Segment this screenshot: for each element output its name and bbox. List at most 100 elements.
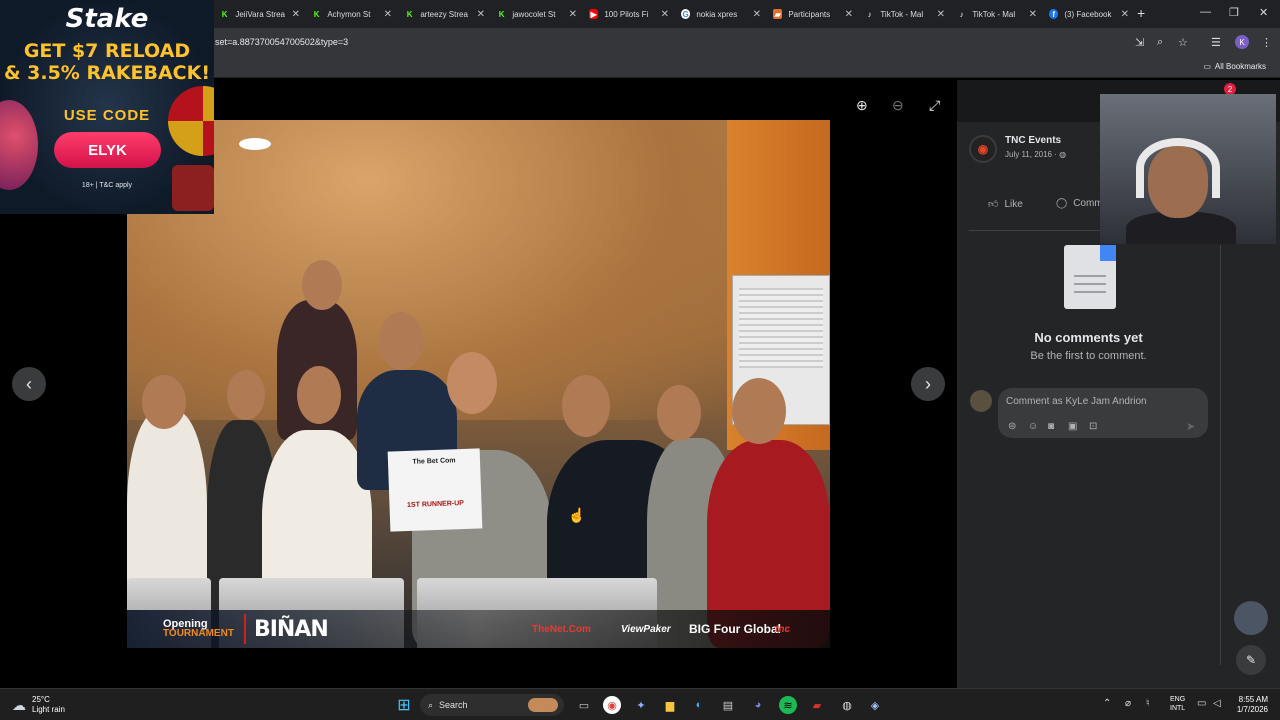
bookmark-star-icon[interactable]: ☆ bbox=[1178, 36, 1188, 49]
ad-terms: 18+ | T&C apply bbox=[81, 182, 133, 189]
camera-icon[interactable]: ◙ bbox=[1048, 421, 1054, 432]
chrome-icon[interactable]: ◉ bbox=[603, 696, 621, 714]
award-sign: The Bet Com 1ST RUNNER-UP bbox=[387, 448, 483, 532]
comment-placeholder: Comment as KyLe Jam Andrion bbox=[1006, 396, 1147, 407]
close-tab-icon[interactable]: ✕ bbox=[380, 9, 392, 20]
stake-logo: Stake bbox=[65, 4, 149, 34]
tab-title: nokia xpres bbox=[696, 9, 738, 19]
page-avatar[interactable]: ◉ bbox=[969, 135, 997, 163]
google-icon: G bbox=[681, 9, 691, 19]
profile-avatar[interactable]: K bbox=[1235, 35, 1249, 49]
tab-title: JeiiVara Strea bbox=[235, 9, 285, 19]
copilot-icon[interactable]: ✦ bbox=[632, 696, 650, 714]
browser-tab[interactable]: K Achymon St ✕ bbox=[312, 4, 392, 24]
browser-tab[interactable]: ♪ TikTok - Mal ✕ bbox=[865, 4, 945, 24]
task-view-icon[interactable]: ▭ bbox=[575, 696, 593, 714]
new-tab-button[interactable]: + bbox=[1137, 5, 1145, 21]
show-hidden-icons[interactable]: ⌃ bbox=[1103, 698, 1111, 709]
browser-tab[interactable]: ♪ TikTok - Mal ✕ bbox=[957, 4, 1037, 24]
obs-icon[interactable]: ◍ bbox=[838, 696, 856, 714]
tab-title: TikTok - Mal bbox=[880, 9, 924, 19]
comment-button[interactable]: ◯ Comm bbox=[1056, 198, 1103, 209]
browser-tab[interactable]: K arteezy Strea ✕ bbox=[405, 4, 485, 24]
close-tab-icon[interactable]: ✕ bbox=[288, 9, 300, 20]
participants-icon: ▰ bbox=[773, 9, 783, 19]
weather-widget[interactable]: ☁ 25°C Light rain bbox=[12, 695, 65, 715]
language-indicator[interactable]: ENG INTL bbox=[1170, 695, 1185, 713]
emoji-icon[interactable]: ☺ bbox=[1028, 421, 1038, 432]
ceiling-light bbox=[239, 138, 271, 150]
taskbar-search[interactable]: ⌕ Search bbox=[420, 694, 564, 716]
sponsor-logo: tnc bbox=[775, 623, 790, 635]
steam-icon[interactable]: ◈ bbox=[866, 696, 884, 714]
tab-title: (3) Facebook bbox=[1064, 9, 1112, 19]
network-icon[interactable]: ⌀ bbox=[1125, 698, 1131, 709]
banner-tournament: TOURNAMENT bbox=[163, 628, 234, 639]
stake-ad-overlay[interactable]: Stake GET $7 RELOAD & 3.5% RAKEBACK! USE… bbox=[0, 0, 214, 214]
edge-icon[interactable]: ◐ bbox=[690, 696, 708, 714]
avatar-sticker-icon[interactable]: ⊜ bbox=[1008, 421, 1016, 432]
close-tab-icon[interactable]: ✕ bbox=[841, 9, 853, 20]
search-highlight-icon bbox=[528, 698, 558, 712]
close-window-icon[interactable]: ✕ bbox=[1259, 6, 1268, 19]
close-tab-icon[interactable]: ✕ bbox=[933, 9, 945, 20]
install-icon[interactable]: ⇲ bbox=[1135, 36, 1144, 49]
minimize-icon[interactable]: — bbox=[1200, 6, 1211, 18]
close-tab-icon[interactable]: ✕ bbox=[473, 9, 485, 20]
app-icon[interactable]: ▰ bbox=[808, 696, 826, 714]
hand-cursor-icon: ☝ bbox=[568, 507, 586, 523]
use-code-label: USE CODE bbox=[63, 107, 151, 124]
discord-icon[interactable]: ◕ bbox=[749, 696, 767, 714]
promo-code-button[interactable]: ELYK bbox=[54, 132, 161, 168]
all-bookmarks-label: All Bookmarks bbox=[1214, 62, 1266, 71]
user-avatar[interactable] bbox=[970, 390, 992, 412]
browser-tab-active[interactable]: f (3) Facebook ✕ bbox=[1049, 4, 1129, 24]
sign-brand: The Bet Com bbox=[412, 457, 456, 466]
previous-photo-button[interactable]: ‹ bbox=[12, 367, 46, 401]
microphone-icon[interactable]: ♮ bbox=[1146, 698, 1150, 709]
tiktok-icon: ♪ bbox=[867, 9, 872, 19]
browser-tab[interactable]: ▶ 100 Pilots Fi ✕ bbox=[589, 4, 669, 24]
monitor-icon[interactable]: ▭ bbox=[1197, 698, 1206, 709]
store-icon[interactable]: ▤ bbox=[719, 696, 737, 714]
reading-list-icon[interactable]: ☰ bbox=[1211, 36, 1221, 49]
send-icon[interactable]: ➤ bbox=[1186, 420, 1195, 433]
system-clock[interactable]: 8:55 AM 1/7/2026 bbox=[1232, 695, 1268, 715]
post-date[interactable]: July 11, 2016 · ◍ bbox=[1005, 150, 1066, 159]
all-bookmarks-button[interactable]: ▭ All Bookmarks bbox=[1203, 62, 1266, 71]
close-tab-icon[interactable]: ✕ bbox=[1117, 9, 1129, 20]
windows-start-icon[interactable]: ⊞ bbox=[395, 696, 413, 714]
headphones bbox=[1136, 138, 1220, 198]
zoom-in-icon[interactable]: ⊕ bbox=[856, 97, 868, 114]
fullscreen-icon[interactable]: ⤢ bbox=[929, 97, 940, 114]
close-tab-icon[interactable]: ✕ bbox=[1025, 9, 1037, 20]
close-tab-icon[interactable]: ✕ bbox=[749, 9, 761, 20]
close-tab-icon[interactable]: ✕ bbox=[565, 9, 577, 20]
url-field[interactable]: set=a.887370054700502&type=3 bbox=[215, 37, 348, 47]
restore-icon[interactable]: ❐ bbox=[1229, 6, 1239, 19]
next-photo-button[interactable]: › bbox=[911, 367, 945, 401]
chat-head-avatar[interactable] bbox=[1234, 601, 1268, 635]
browser-tab[interactable]: K JeiiVara Strea ✕ bbox=[220, 4, 300, 24]
menu-kebab-icon[interactable]: ⋮ bbox=[1261, 36, 1272, 49]
chevron-left-icon: ‹ bbox=[26, 373, 32, 394]
chevron-right-icon: › bbox=[925, 373, 931, 394]
browser-tab[interactable]: ▰ Participants ✕ bbox=[773, 4, 853, 24]
close-tab-icon[interactable]: ✕ bbox=[657, 9, 669, 20]
like-button[interactable]: 👍︎ Like bbox=[988, 198, 1023, 211]
sign-title: 1ST RUNNER-UP bbox=[406, 500, 465, 509]
zoom-out-icon[interactable]: ⊖ bbox=[892, 97, 904, 114]
new-message-button[interactable]: ✎ bbox=[1236, 645, 1266, 675]
sticker-icon[interactable]: ⊡ bbox=[1089, 421, 1097, 432]
browser-tab[interactable]: K jawocolet St ✕ bbox=[497, 4, 577, 24]
comment-icon: ◯ bbox=[1056, 198, 1068, 209]
file-explorer-icon[interactable]: ▆ bbox=[661, 696, 679, 714]
comment-label: Comm bbox=[1073, 198, 1103, 209]
facebook-icon: f bbox=[1049, 9, 1059, 19]
volume-icon[interactable]: ◁ bbox=[1213, 698, 1221, 709]
page-name[interactable]: TNC Events bbox=[1005, 135, 1061, 146]
gif-icon[interactable]: ▣ bbox=[1068, 421, 1077, 432]
browser-tab[interactable]: G nokia xpres ✕ bbox=[681, 4, 761, 24]
spotify-icon[interactable]: ≋ bbox=[779, 696, 797, 714]
zoom-icon[interactable]: ⌕ bbox=[1157, 36, 1163, 49]
